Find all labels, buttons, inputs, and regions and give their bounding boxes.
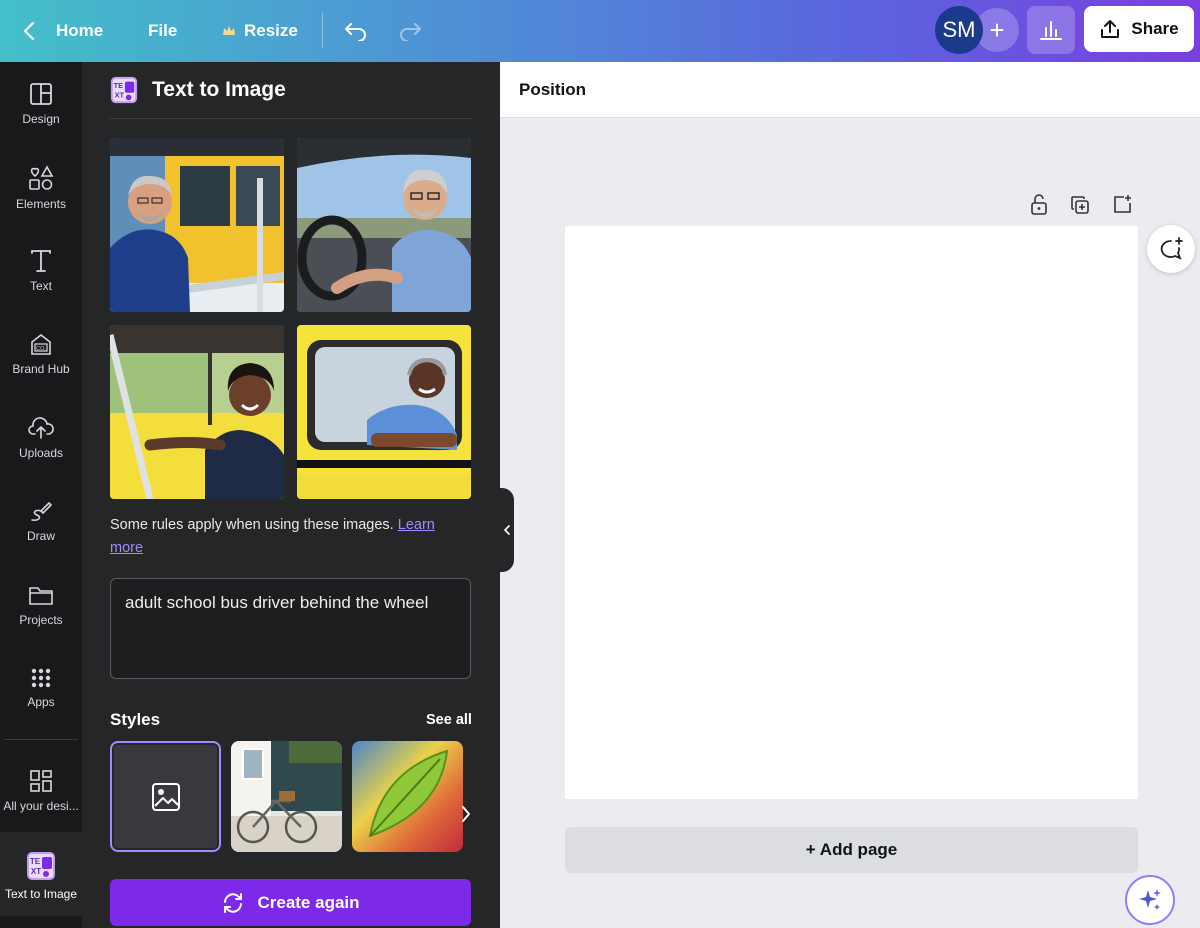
- rail-item-draw[interactable]: Draw: [0, 499, 82, 543]
- position-button[interactable]: Position: [519, 80, 586, 100]
- insights-button[interactable]: [1027, 6, 1075, 54]
- result-image-4[interactable]: [297, 325, 471, 499]
- share-label: Share: [1131, 19, 1179, 38]
- rail-item-all-designs[interactable]: All your desi...: [0, 769, 82, 813]
- chevron-left-icon: [23, 21, 35, 41]
- text-t-icon: [31, 250, 51, 272]
- rail-item-design[interactable]: Design: [0, 82, 82, 126]
- refresh-icon: [224, 892, 243, 913]
- rail-label-text: Text: [29, 279, 52, 293]
- unlock-icon[interactable]: [1029, 194, 1049, 216]
- rail-label-brand-hub: Brand Hub: [12, 362, 70, 376]
- home-button[interactable]: Home: [22, 0, 103, 62]
- home-label: Home: [56, 21, 104, 40]
- svg-text:XT: XT: [115, 90, 125, 99]
- style-photo-card[interactable]: [231, 741, 342, 852]
- rail-label-text-to-image: Text to Image: [4, 887, 78, 901]
- duplicate-page-icon[interactable]: [1070, 195, 1090, 215]
- rail-label-design: Design: [22, 112, 60, 126]
- undo-button[interactable]: [344, 0, 368, 62]
- text-to-image-app-icon: TEXT: [110, 76, 138, 104]
- result-image-4-art: [297, 325, 471, 499]
- panel-title: Text to Image: [152, 78, 286, 101]
- cloud-upload-icon: [28, 417, 54, 439]
- rail-item-projects[interactable]: Projects: [0, 583, 82, 627]
- bar-chart-icon: [1040, 21, 1062, 40]
- rail-item-text-to-image[interactable]: TE XT Text to Image: [0, 851, 82, 901]
- see-all-styles-link[interactable]: See all: [426, 712, 472, 728]
- canvas-toolbar: Position: [500, 62, 1200, 118]
- result-image-1[interactable]: [110, 138, 284, 312]
- rail-label-projects: Projects: [19, 613, 63, 627]
- share-button[interactable]: Share: [1084, 6, 1194, 52]
- style-watercolor-art: [352, 741, 463, 852]
- upload-share-icon: [1101, 20, 1120, 38]
- rail-label-apps: Apps: [27, 695, 55, 709]
- crown-icon: [223, 26, 235, 35]
- result-image-3-art: [110, 325, 284, 499]
- rail-item-elements[interactable]: Elements: [0, 165, 82, 211]
- rail-item-brand-hub[interactable]: CO. Brand Hub: [0, 332, 82, 376]
- styles-heading: Styles: [110, 710, 161, 729]
- style-photo-art: [231, 741, 342, 852]
- avatar[interactable]: SM: [935, 6, 983, 54]
- usage-rules-text: Some rules apply when using these images…: [110, 514, 460, 560]
- resize-button[interactable]: Resize: [222, 0, 298, 62]
- add-comment-button[interactable]: [1147, 225, 1195, 273]
- rail-label-elements: Elements: [15, 197, 67, 211]
- panel-header: TE XT Text to Image: [110, 76, 286, 104]
- undo-icon: [345, 23, 366, 41]
- svg-text:CO.: CO.: [36, 346, 46, 352]
- rail-label-all-designs: All your desi...: [3, 799, 79, 813]
- collapse-panel-button[interactable]: [500, 488, 514, 572]
- rail-label-uploads: Uploads: [18, 446, 64, 460]
- result-image-3[interactable]: [110, 325, 284, 499]
- svg-text:XT: XT: [31, 867, 41, 876]
- text-to-image-app-icon: TEXT: [27, 852, 55, 880]
- draw-pen-icon: [31, 502, 52, 521]
- prompt-textarea[interactable]: adult school bus driver behind the wheel: [110, 578, 471, 679]
- chevron-left-icon: [503, 525, 510, 535]
- magic-assistant-button[interactable]: [1125, 875, 1175, 925]
- style-watercolor-card[interactable]: [352, 741, 463, 852]
- rail-divider: [4, 739, 78, 740]
- rail-item-apps[interactable]: Apps: [0, 667, 82, 709]
- add-page-button[interactable]: + Add page: [565, 827, 1138, 873]
- rail-item-uploads[interactable]: Uploads: [0, 416, 82, 460]
- file-label: File: [148, 21, 178, 40]
- folder-icon: [29, 587, 53, 605]
- result-image-2[interactable]: [297, 138, 471, 312]
- rail-label-draw: Draw: [26, 529, 55, 543]
- create-again-label: Create again: [257, 892, 360, 912]
- design-page[interactable]: [565, 226, 1138, 799]
- toolbar-divider: [322, 12, 323, 48]
- apps-grid-icon: [31, 668, 51, 688]
- usage-rules-label: Some rules apply when using these images…: [110, 517, 394, 533]
- panel-header-divider: [110, 118, 472, 119]
- comment-plus-icon: [1160, 237, 1183, 260]
- result-image-2-art: [297, 138, 471, 312]
- all-designs-grid-icon: [30, 770, 52, 792]
- elements-shapes-icon: [29, 165, 54, 190]
- sparkle-icon: [1139, 889, 1161, 910]
- image-placeholder-icon: [151, 782, 180, 811]
- redo-button[interactable]: [398, 0, 422, 62]
- file-menu-button[interactable]: File: [148, 0, 177, 62]
- brand-hub-icon: CO.: [31, 333, 51, 355]
- top-bar: Home File Resize + SM Share: [0, 0, 1200, 62]
- svg-text:TE: TE: [114, 81, 124, 90]
- chevron-right-icon[interactable]: [460, 804, 472, 824]
- left-rail: Design Elements Text CO. Brand Hub Uploa…: [0, 62, 82, 928]
- design-layout-icon: [30, 83, 52, 105]
- redo-icon: [400, 23, 421, 41]
- result-image-1-art: [110, 138, 284, 312]
- rail-item-text[interactable]: Text: [0, 249, 82, 293]
- create-again-button[interactable]: Create again: [110, 879, 471, 926]
- svg-text:TE: TE: [30, 857, 41, 866]
- resize-label: Resize: [244, 21, 298, 40]
- text-to-image-panel: TE XT Text to Image Some rules apply whe…: [82, 62, 500, 928]
- add-page-icon[interactable]: [1112, 194, 1132, 214]
- style-none-card[interactable]: [110, 741, 221, 852]
- plus-icon: +: [989, 14, 1005, 45]
